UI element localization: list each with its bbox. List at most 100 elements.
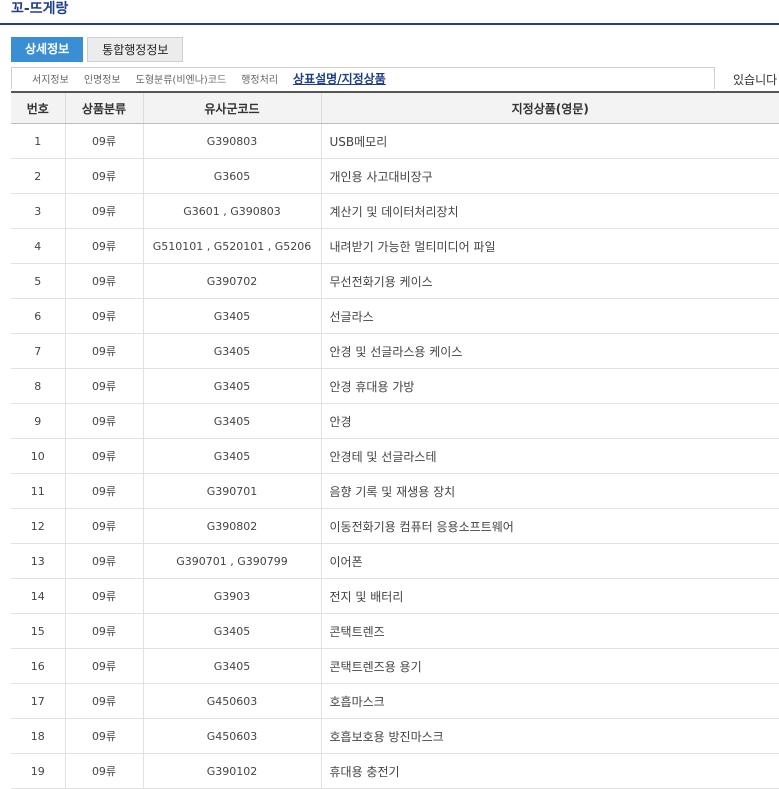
subtab-vienna-code[interactable]: 도형분류(비엔나)코드 <box>136 71 227 86</box>
cell-class: 09류 <box>65 263 144 299</box>
table-row: 6 09류 G3405 선글라스 <box>11 298 779 334</box>
cell-number: 8 <box>11 368 66 404</box>
cell-similar-code: G390102 <box>143 753 322 789</box>
cell-similar-code: G3605 <box>143 158 322 194</box>
cell-goods: 휴대용 충전기 <box>321 753 779 789</box>
cell-class: 09류 <box>65 508 144 544</box>
cell-goods: 안경 휴대용 가방 <box>321 368 779 404</box>
cell-similar-code: G3405 <box>143 333 322 369</box>
cell-goods: USB메모리 <box>321 123 779 159</box>
cell-similar-code: G510101 , G520101 , G5206 <box>143 228 322 264</box>
cell-class: 09류 <box>65 333 144 369</box>
cell-class: 09류 <box>65 193 144 229</box>
cell-goods: 전지 및 배터리 <box>321 578 779 614</box>
header-designated-goods: 지정상품(영문) <box>321 91 779 124</box>
cell-class: 09류 <box>65 438 144 474</box>
designated-goods-table: 번호 상품분류 유사군코드 지정상품(영문) 1 09류 G390803 USB메모리… <box>11 91 779 789</box>
cell-goods: 호흡보호용 방진마스크 <box>321 718 779 754</box>
table-row: 10 09류 G3405 안경테 및 선글라스테 <box>11 438 779 474</box>
table-row: 4 09류 G510101 , G520101 , G5206 내려받기 가능한 멀티… <box>11 228 779 264</box>
cell-similar-code: G3405 <box>143 613 322 649</box>
cell-class: 09류 <box>65 123 144 159</box>
cell-goods: 호흡마스크 <box>321 683 779 719</box>
cell-goods: 무선전화기용 케이스 <box>321 263 779 299</box>
cell-number: 4 <box>11 228 66 264</box>
cell-class: 09류 <box>65 718 144 754</box>
cell-number: 12 <box>11 508 66 544</box>
cell-similar-code: G3405 <box>143 438 322 474</box>
table-row: 8 09류 G3405 안경 휴대용 가방 <box>11 368 779 404</box>
cell-class: 09류 <box>65 543 144 579</box>
cell-number: 19 <box>11 753 66 789</box>
subtab-person-info[interactable]: 인명정보 <box>84 71 121 86</box>
cell-class: 09류 <box>65 753 144 789</box>
cell-class: 09류 <box>65 158 144 194</box>
table-row: 9 09류 G3405 안경 <box>11 403 779 439</box>
cell-similar-code: G3405 <box>143 648 322 684</box>
cell-goods: 내려받기 가능한 멀티미디어 파일 <box>321 228 779 264</box>
tab-integrated-admin-info[interactable]: 통합행정정보 <box>87 37 184 62</box>
cell-goods: 음향 기록 및 재생용 장치 <box>321 473 779 509</box>
cell-goods: 콘택트렌즈용 용기 <box>321 648 779 684</box>
cell-similar-code: G450603 <box>143 718 322 754</box>
cell-number: 5 <box>11 263 66 299</box>
cell-number: 1 <box>11 123 66 159</box>
cell-class: 09류 <box>65 228 144 264</box>
cell-number: 18 <box>11 718 66 754</box>
table-row: 2 09류 G3605 개인용 사고대비장구 <box>11 158 779 194</box>
cell-goods: 콘택트렌즈 <box>321 613 779 649</box>
page-title: 꼬-뜨게랑 <box>11 1 69 17</box>
table-row: 1 09류 G390803 USB메모리 <box>11 123 779 159</box>
cell-number: 3 <box>11 193 66 229</box>
table-row: 16 09류 G3405 콘택트렌즈용 용기 <box>11 648 779 684</box>
cell-goods: 안경 <box>321 403 779 439</box>
cell-similar-code: G3405 <box>143 403 322 439</box>
table-row: 18 09류 G450603 호흡보호용 방진마스크 <box>11 718 779 754</box>
cell-number: 14 <box>11 578 66 614</box>
tab-detail-info[interactable]: 상세정보 <box>11 37 84 62</box>
cell-goods: 계산기 및 데이터처리장치 <box>321 193 779 229</box>
cell-number: 11 <box>11 473 66 509</box>
header-class: 상품분류 <box>65 91 144 124</box>
cell-goods: 개인용 사고대비장구 <box>321 158 779 194</box>
cell-goods: 선글라스 <box>321 298 779 334</box>
cell-similar-code: G3903 <box>143 578 322 614</box>
header-similar-code: 유사군코드 <box>143 91 322 124</box>
cell-class: 09류 <box>65 683 144 719</box>
table-header-row: 번호 상품분류 유사군코드 지정상품(영문) <box>11 91 779 124</box>
cell-number: 10 <box>11 438 66 474</box>
overflow-text: 있습니다 <box>733 73 778 87</box>
table-row: 15 09류 G3405 콘택트렌즈 <box>11 613 779 649</box>
cell-class: 09류 <box>65 648 144 684</box>
cell-number: 9 <box>11 403 66 439</box>
cell-number: 17 <box>11 683 66 719</box>
sub-tabs: 서지정보 인명정보 도형분류(비엔나)코드 행정처리 상표설명/지정상품 <box>11 67 715 89</box>
cell-similar-code: G3601 , G390803 <box>143 193 322 229</box>
cell-similar-code: G450603 <box>143 683 322 719</box>
cell-number: 7 <box>11 333 66 369</box>
cell-class: 09류 <box>65 473 144 509</box>
cell-goods: 이동전화기용 컴퓨터 응용소프트웨어 <box>321 508 779 544</box>
cell-number: 13 <box>11 543 66 579</box>
cell-goods: 안경테 및 선글라스테 <box>321 438 779 474</box>
table-row: 7 09류 G3405 안경 및 선글라스용 케이스 <box>11 333 779 369</box>
cell-class: 09류 <box>65 578 144 614</box>
cell-goods: 이어폰 <box>321 543 779 579</box>
table-row: 13 09류 G390701 , G390799 이어폰 <box>11 543 779 579</box>
subtab-admin-process[interactable]: 행정처리 <box>241 71 278 86</box>
subtab-designated-goods[interactable]: 상표설명/지정상품 <box>293 70 386 87</box>
cell-similar-code: G390803 <box>143 123 322 159</box>
cell-number: 6 <box>11 298 66 334</box>
main-tabs: 상세정보 통합행정정보 <box>11 37 184 62</box>
cell-number: 15 <box>11 613 66 649</box>
cell-similar-code: G390702 <box>143 263 322 299</box>
subtab-bibliographic[interactable]: 서지정보 <box>32 71 69 86</box>
title-divider <box>0 23 779 25</box>
cell-similar-code: G3405 <box>143 298 322 334</box>
table-row: 12 09류 G390802 이동전화기용 컴퓨터 응용소프트웨어 <box>11 508 779 544</box>
cell-number: 16 <box>11 648 66 684</box>
cell-class: 09류 <box>65 613 144 649</box>
cell-similar-code: G3405 <box>143 368 322 404</box>
table-row: 5 09류 G390702 무선전화기용 케이스 <box>11 263 779 299</box>
cell-goods: 안경 및 선글라스용 케이스 <box>321 333 779 369</box>
